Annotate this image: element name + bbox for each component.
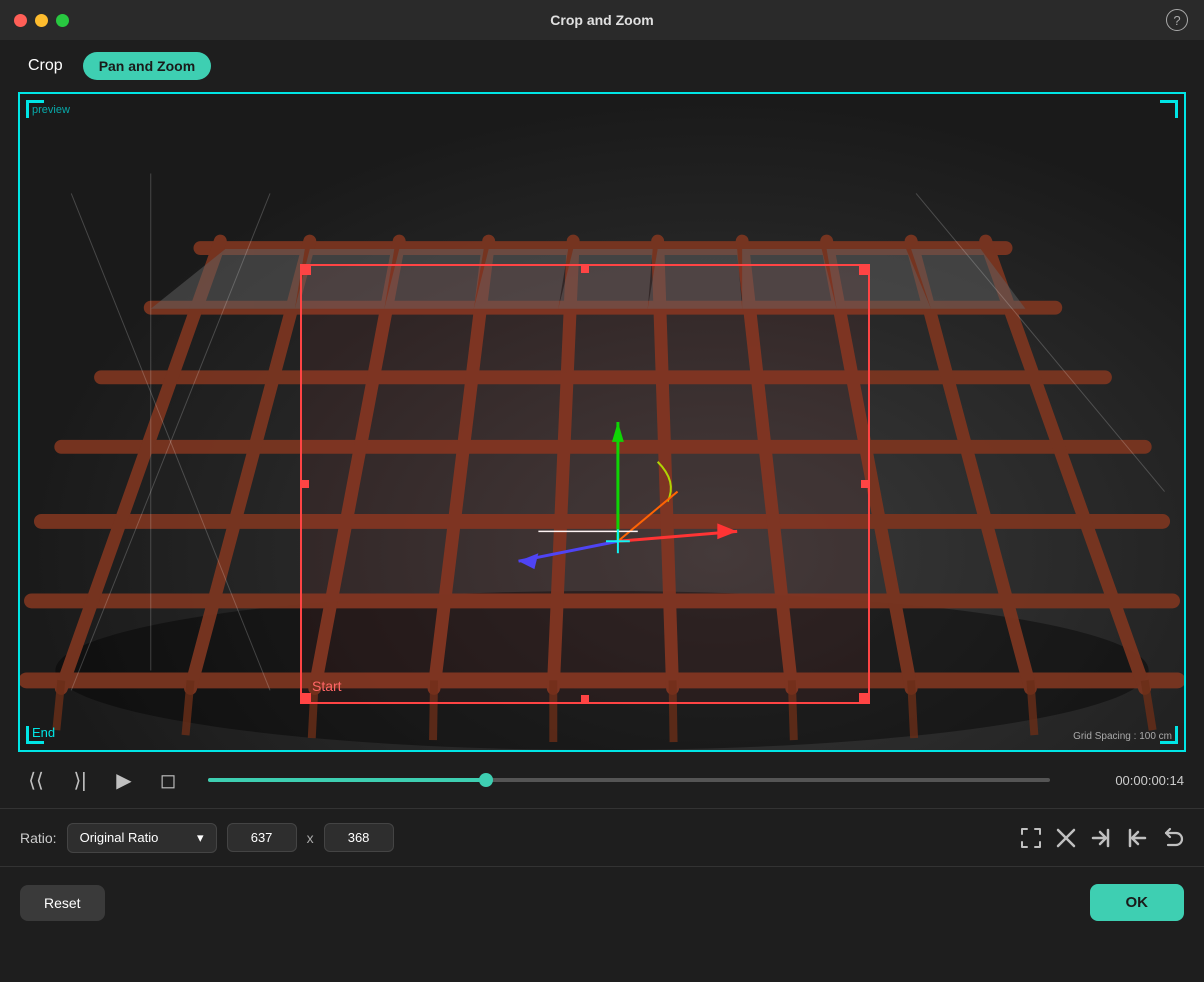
close-button[interactable]	[14, 14, 27, 27]
border-corner-tr	[1160, 100, 1178, 118]
close-x-button[interactable]	[1056, 828, 1076, 848]
step-back-button[interactable]: ⟩|	[64, 764, 96, 796]
timecode-display: 00:00:00:14	[1074, 773, 1184, 788]
scrubber-fill	[208, 778, 486, 782]
scrubber-thumb[interactable]	[479, 773, 493, 787]
crop-handle-tl[interactable]	[301, 265, 311, 275]
scrubber-track[interactable]	[208, 778, 1050, 782]
help-button[interactable]: ?	[1166, 9, 1188, 31]
ratio-select-value: Original Ratio	[80, 830, 159, 845]
trim-end-button[interactable]	[1090, 827, 1112, 849]
grid-spacing-label: Grid Spacing : 100 cm	[1073, 731, 1172, 742]
x-separator: x	[307, 830, 314, 846]
width-input[interactable]: 637	[227, 823, 297, 852]
crop-handle-left[interactable]	[301, 480, 309, 488]
start-label: Start	[312, 678, 342, 694]
titlebar: Crop and Zoom ?	[0, 0, 1204, 40]
chevron-down-icon: ▾	[197, 830, 204, 846]
ratio-bar: Ratio: Original Ratio ▾ 637 x 368	[0, 808, 1204, 866]
ratio-icons	[1020, 827, 1184, 849]
fullscreen-icon-button[interactable]	[1020, 827, 1042, 849]
trim-start-button[interactable]	[1126, 827, 1148, 849]
preview-area[interactable]: Start preview End Grid Spacing : 100 cm	[18, 92, 1186, 752]
window-controls	[14, 14, 69, 27]
crop-handle-bl[interactable]	[301, 693, 311, 703]
playback-toolbar: ⟨⟨ ⟩| ▶ ◻ 00:00:00:14	[0, 752, 1204, 808]
crop-handle-br[interactable]	[859, 693, 869, 703]
tab-panzoom[interactable]: Pan and Zoom	[83, 52, 211, 80]
crop-handle-top[interactable]	[581, 265, 589, 273]
ok-button[interactable]: OK	[1090, 884, 1185, 921]
back-arrow-button[interactable]	[1162, 827, 1184, 849]
crop-rectangle[interactable]: Start	[300, 264, 870, 704]
preview-label: preview	[32, 104, 70, 116]
crop-handle-right[interactable]	[861, 480, 869, 488]
tabbar: Crop Pan and Zoom	[0, 40, 1204, 92]
minimize-button[interactable]	[35, 14, 48, 27]
ratio-select-dropdown[interactable]: Original Ratio ▾	[67, 823, 217, 853]
bottom-bar: Reset OK	[0, 866, 1204, 938]
crop-handle-bottom[interactable]	[581, 695, 589, 703]
height-input[interactable]: 368	[324, 823, 394, 852]
window-title: Crop and Zoom	[550, 12, 653, 28]
scrubber-container[interactable]	[208, 778, 1050, 782]
maximize-button[interactable]	[56, 14, 69, 27]
tab-crop[interactable]: Crop	[20, 53, 71, 79]
crop-handle-tr[interactable]	[859, 265, 869, 275]
reset-button[interactable]: Reset	[20, 885, 105, 921]
play-button[interactable]: ▶	[108, 764, 140, 796]
back-to-start-button[interactable]: ⟨⟨	[20, 764, 52, 796]
ratio-label: Ratio:	[20, 830, 57, 846]
stop-button[interactable]: ◻	[152, 764, 184, 796]
end-label: End	[32, 725, 55, 740]
